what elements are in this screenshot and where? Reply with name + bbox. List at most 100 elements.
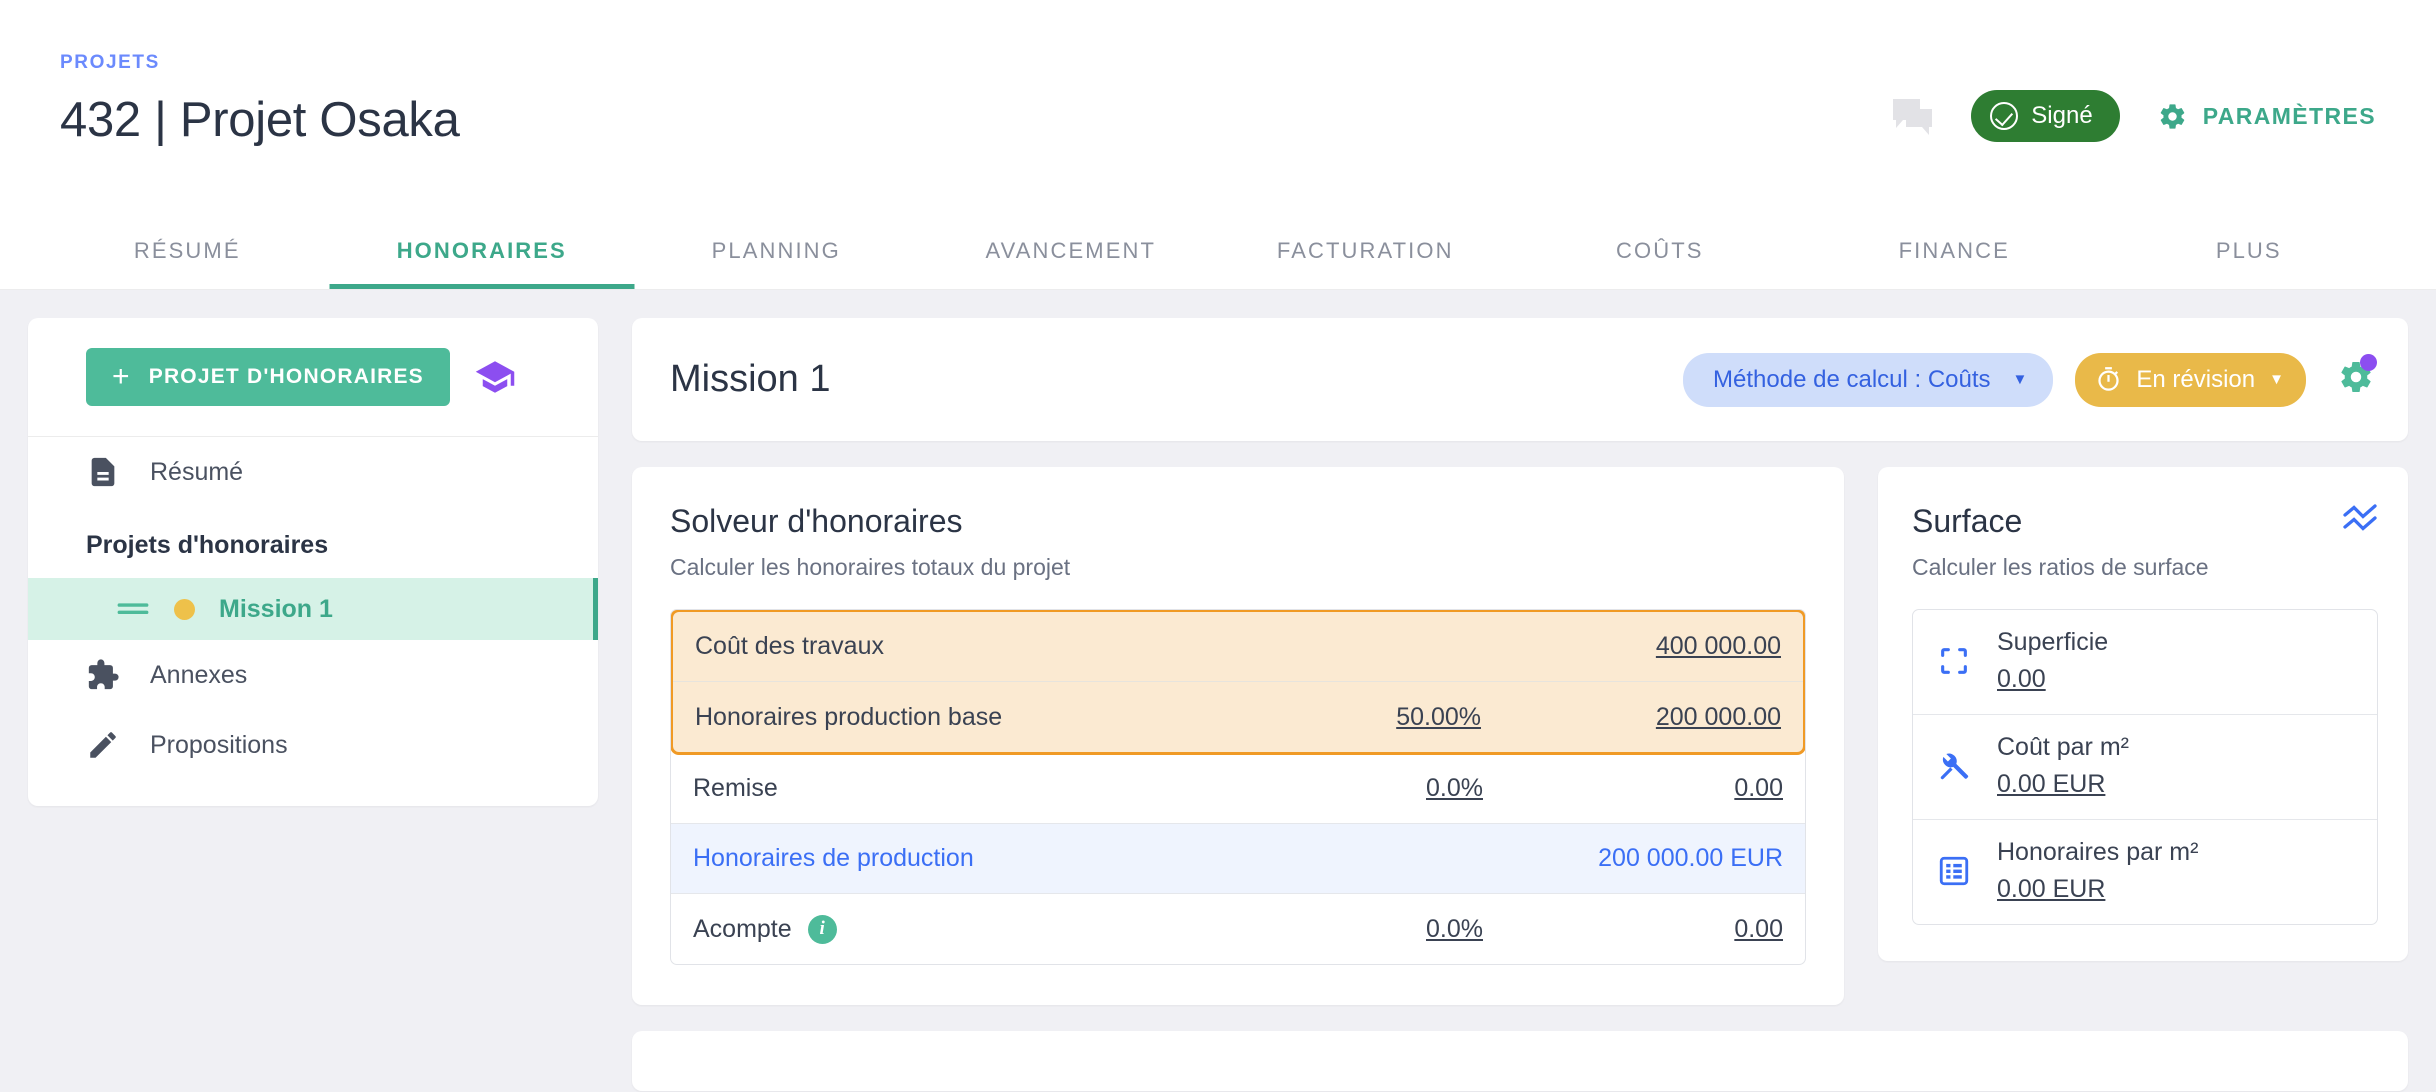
- mission-title: Mission 1: [670, 358, 831, 400]
- table-row[interactable]: Honoraires par m² 0.00 EUR: [1913, 820, 2377, 924]
- row-amount[interactable]: 200 000.00: [1481, 703, 1781, 732]
- row-label: Acompte: [693, 914, 792, 943]
- plus-icon: +: [112, 360, 131, 393]
- mission-settings-button[interactable]: [2338, 354, 2377, 400]
- row-content: Honoraires par m² 0.00 EUR: [1997, 838, 2198, 904]
- page-title: 432 | Projet Osaka: [60, 93, 460, 147]
- row-label: Coût par m²: [1997, 733, 2129, 761]
- sidebar-item-mission-1[interactable]: Mission 1: [28, 578, 598, 640]
- calculation-method-label: Méthode de calcul : Coûts: [1713, 365, 1991, 393]
- page-header: PROJETS 432 | Projet Osaka Signé PARAMÈT…: [0, 0, 2436, 212]
- surface-card-header: Surface: [1912, 503, 2378, 554]
- row-label: Honoraires production base: [695, 702, 1003, 731]
- sidebar: + PROJET D'HONORAIRES Résumé Projets d'h…: [28, 318, 598, 806]
- add-fee-project-label: PROJET D'HONORAIRES: [148, 365, 424, 388]
- row-amount[interactable]: 0.00: [1483, 915, 1783, 944]
- chevron-down-icon: ▼: [2012, 371, 2028, 388]
- row-label-group: Acompte i: [693, 914, 1183, 944]
- mission-status-label: En révision: [2136, 365, 2256, 393]
- check-circle-icon: [1990, 102, 2019, 130]
- fee-solver-table: Coût des travaux 400 000.00 Honoraires p…: [670, 609, 1806, 965]
- table-row[interactable]: Acompte i 0.0% 0.00: [671, 894, 1805, 964]
- card-subtitle: Calculer les honoraires totaux du projet: [670, 554, 1071, 580]
- tools-icon: [1940, 753, 1969, 780]
- row-amount: 200 000.00 EUR: [1598, 844, 1783, 872]
- tab-couts[interactable]: COÛTS: [1513, 212, 1808, 289]
- status-badge-label: Signé: [2031, 102, 2093, 129]
- pencil-icon: [90, 732, 116, 758]
- graduation-cap-icon[interactable]: [474, 356, 516, 398]
- sidebar-item-label: Annexes: [150, 660, 248, 689]
- row-amount[interactable]: 400 000.00: [1481, 632, 1781, 661]
- crop-frame-icon: [1941, 648, 1967, 674]
- sidebar-item-resume[interactable]: Résumé: [28, 437, 598, 507]
- row-value[interactable]: 0.00: [1997, 665, 2046, 694]
- row-content: Superficie 0.00: [1997, 628, 2108, 694]
- row-percent[interactable]: 0.0%: [1183, 915, 1483, 944]
- table-row[interactable]: Coût des travaux 400 000.00: [673, 612, 1803, 682]
- main-content: Mission 1 Méthode de calcul : Coûts ▼ En…: [632, 318, 2408, 1091]
- row-label: Superficie: [1997, 628, 2109, 656]
- tab-facturation[interactable]: FACTURATION: [1218, 212, 1513, 289]
- next-card-partial: [632, 1031, 2408, 1091]
- row-content: Coût par m² 0.00 EUR: [1997, 733, 2129, 799]
- tab-avancement[interactable]: AVANCEMENT: [924, 212, 1219, 289]
- highlighted-row-group: Coût des travaux 400 000.00 Honoraires p…: [671, 610, 1805, 755]
- gear-icon: [2160, 103, 2184, 129]
- mission-status-dropdown[interactable]: En révision ▼: [2075, 352, 2306, 407]
- status-badge-signed[interactable]: Signé: [1971, 90, 2120, 142]
- row-label: Honoraires par m²: [1997, 838, 2199, 866]
- mission-header: Mission 1 Méthode de calcul : Coûts ▼ En…: [632, 318, 2408, 441]
- comment-bubbles-icon[interactable]: [1893, 99, 1933, 135]
- row-value[interactable]: 0.00 EUR: [1997, 875, 2105, 904]
- surface-card: Surface Calculer les ratios de surface S…: [1878, 467, 2408, 961]
- surface-table: Superficie 0.00 Coût par m² 0.00 EUR Hon…: [1912, 609, 2378, 925]
- row-label: Remise: [693, 774, 778, 802]
- sidebar-item-label: Propositions: [150, 730, 288, 759]
- sidebar-item-propositions[interactable]: Propositions: [28, 710, 598, 780]
- row-label: Honoraires de production: [693, 844, 974, 872]
- table-row[interactable]: Remise 0.0% 0.00: [671, 754, 1805, 824]
- settings-button-label: PARAMÈTRES: [2202, 102, 2376, 129]
- timer-icon: [2098, 367, 2120, 391]
- row-percent[interactable]: 50.00%: [1181, 703, 1481, 732]
- sidebar-item-annexes[interactable]: Annexes: [28, 640, 598, 710]
- tab-resume[interactable]: RÉSUMÉ: [40, 212, 335, 289]
- drag-handle-icon[interactable]: [116, 602, 150, 616]
- add-fee-project-button[interactable]: + PROJET D'HONORAIRES: [86, 348, 450, 406]
- row-percent[interactable]: 0.0%: [1183, 774, 1483, 803]
- table-row[interactable]: Superficie 0.00: [1913, 610, 2377, 715]
- row-label: Coût des travaux: [695, 632, 884, 660]
- sidebar-section-label: Projets d'honoraires: [86, 531, 329, 559]
- card-title: Solveur d'honoraires: [670, 503, 963, 539]
- settings-button[interactable]: PARAMÈTRES: [2158, 102, 2376, 131]
- breadcrumb[interactable]: PROJETS: [60, 52, 460, 74]
- tab-planning[interactable]: PLANNING: [629, 212, 924, 289]
- header-actions: Signé PARAMÈTRES: [1893, 90, 2376, 142]
- tab-finance[interactable]: FINANCE: [1807, 212, 2102, 289]
- sidebar-item-label: Résumé: [150, 457, 244, 486]
- tab-honoraires[interactable]: HONORAIRES: [335, 212, 630, 289]
- info-icon[interactable]: i: [807, 914, 837, 944]
- list-icon: [1939, 856, 1969, 886]
- wave-chart-icon[interactable]: [2342, 503, 2378, 533]
- status-dot-icon: [174, 598, 195, 620]
- table-row[interactable]: Coût par m² 0.00 EUR: [1913, 715, 2377, 820]
- tab-bar: RÉSUMÉ HONORAIRES PLANNING AVANCEMENT FA…: [0, 212, 2436, 290]
- row-amount[interactable]: 0.00: [1483, 774, 1783, 803]
- row-value[interactable]: 0.00 EUR: [1997, 770, 2105, 799]
- tab-plus[interactable]: PLUS: [2102, 212, 2397, 289]
- puzzle-icon: [88, 659, 119, 690]
- header-title-block: PROJETS 432 | Projet Osaka: [60, 52, 460, 148]
- notification-dot: [2360, 354, 2377, 371]
- table-row[interactable]: Honoraires production base 50.00% 200 00…: [673, 682, 1803, 752]
- sidebar-header: + PROJET D'HONORAIRES: [28, 318, 598, 437]
- chevron-down-icon: ▼: [2269, 371, 2284, 388]
- calculation-method-dropdown[interactable]: Méthode de calcul : Coûts ▼: [1683, 352, 2054, 407]
- table-row-total[interactable]: Honoraires de production 200 000.00 EUR: [671, 824, 1805, 894]
- cards-row: Solveur d'honoraires Calculer les honora…: [632, 467, 2408, 1005]
- card-subtitle: Calculer les ratios de surface: [1912, 554, 2209, 580]
- mission-header-actions: Méthode de calcul : Coûts ▼ En révision …: [1683, 352, 2377, 407]
- sidebar-item-label: Mission 1: [219, 594, 333, 623]
- document-icon: [91, 457, 115, 487]
